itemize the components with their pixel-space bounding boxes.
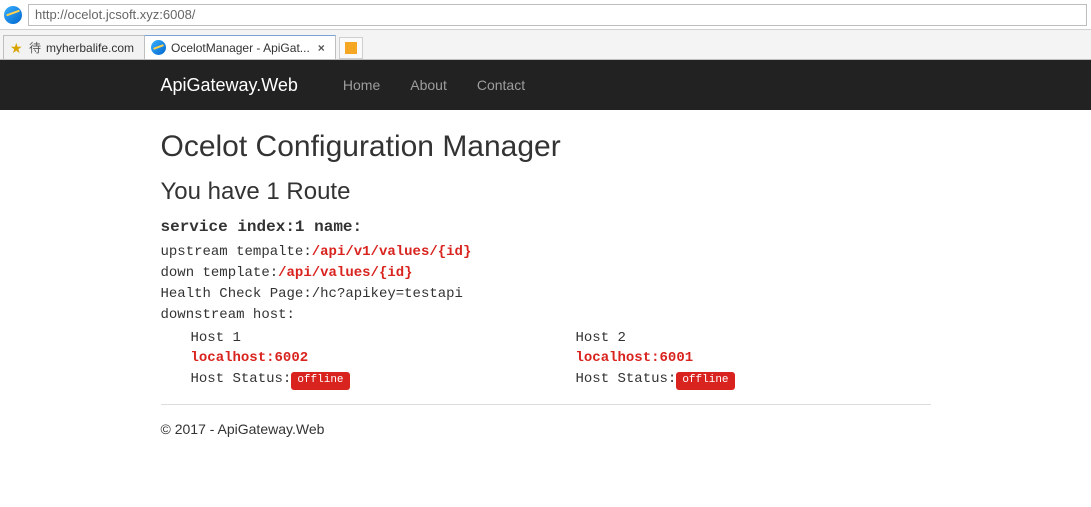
tab-prefix: 待 bbox=[29, 39, 41, 56]
footer-divider bbox=[161, 404, 931, 405]
status-badge: offline bbox=[291, 372, 349, 390]
route-count: You have 1 Route bbox=[161, 178, 931, 206]
new-tab-button[interactable] bbox=[339, 37, 363, 59]
address-bar: http://ocelot.jcsoft.xyz:6008/ bbox=[0, 0, 1091, 30]
ie-icon bbox=[151, 40, 166, 55]
upstream-label: upstream tempalte: bbox=[161, 244, 312, 260]
footer: © 2017 - ApiGateway.Web bbox=[161, 421, 931, 437]
favorite-icon: ★ bbox=[10, 41, 24, 55]
upstream-template-line: upstream tempalte:/api/v1/values/{id} bbox=[161, 242, 931, 263]
hosts-row: Host 1 localhost:6002 Host Status:offlin… bbox=[161, 328, 931, 390]
page-title: Ocelot Configuration Manager bbox=[161, 130, 931, 164]
url-text: http://ocelot.jcsoft.xyz:6008/ bbox=[35, 7, 195, 22]
downstream-value: /api/values/{id} bbox=[278, 265, 412, 281]
host-status-line: Host Status:offline bbox=[576, 369, 931, 390]
host-address: localhost:6002 bbox=[191, 348, 546, 368]
close-icon[interactable]: × bbox=[318, 41, 325, 55]
navbar: ApiGateway.Web Home About Contact bbox=[0, 60, 1091, 110]
service-heading: service index:1 name: bbox=[161, 218, 931, 236]
healthcheck-line: Health Check Page:/hc?apikey=testapi bbox=[161, 284, 931, 305]
ie-icon bbox=[4, 6, 22, 24]
healthcheck-value: /hc?apikey=testapi bbox=[312, 286, 463, 302]
host-title: Host 2 bbox=[576, 328, 931, 348]
downstream-template-line: down template:/api/values/{id} bbox=[161, 263, 931, 284]
host-card-1: Host 1 localhost:6002 Host Status:offlin… bbox=[161, 328, 546, 390]
nav-link-about[interactable]: About bbox=[395, 77, 462, 93]
nav-link-contact[interactable]: Contact bbox=[462, 77, 540, 93]
host-address: localhost:6001 bbox=[576, 348, 931, 368]
browser-tabstrip: ★ 待 myherbalife.com OcelotManager - ApiG… bbox=[0, 30, 1091, 60]
host-card-2: Host 2 localhost:6001 Host Status:offlin… bbox=[546, 328, 931, 390]
host-status-label: Host Status: bbox=[191, 371, 292, 387]
brand[interactable]: ApiGateway.Web bbox=[161, 75, 328, 96]
host-status-line: Host Status:offline bbox=[191, 369, 546, 390]
browser-tab-0[interactable]: ★ 待 myherbalife.com bbox=[3, 35, 145, 59]
nav-container: ApiGateway.Web Home About Contact bbox=[146, 75, 946, 96]
status-badge: offline bbox=[676, 372, 734, 390]
downstream-label: down template: bbox=[161, 265, 279, 281]
main-container: Ocelot Configuration Manager You have 1 … bbox=[146, 110, 946, 457]
tab-label: OcelotManager - ApiGat... bbox=[171, 41, 310, 55]
newtab-icon bbox=[345, 42, 357, 54]
browser-tab-1[interactable]: OcelotManager - ApiGat... × bbox=[144, 35, 336, 59]
tab-label: myherbalife.com bbox=[46, 41, 134, 55]
host-title: Host 1 bbox=[191, 328, 546, 348]
url-input[interactable]: http://ocelot.jcsoft.xyz:6008/ bbox=[28, 4, 1087, 26]
upstream-value: /api/v1/values/{id} bbox=[312, 244, 472, 260]
nav-link-home[interactable]: Home bbox=[328, 77, 395, 93]
downstream-host-label: downstream host: bbox=[161, 305, 931, 326]
healthcheck-label: Health Check Page: bbox=[161, 286, 312, 302]
host-status-label: Host Status: bbox=[576, 371, 677, 387]
